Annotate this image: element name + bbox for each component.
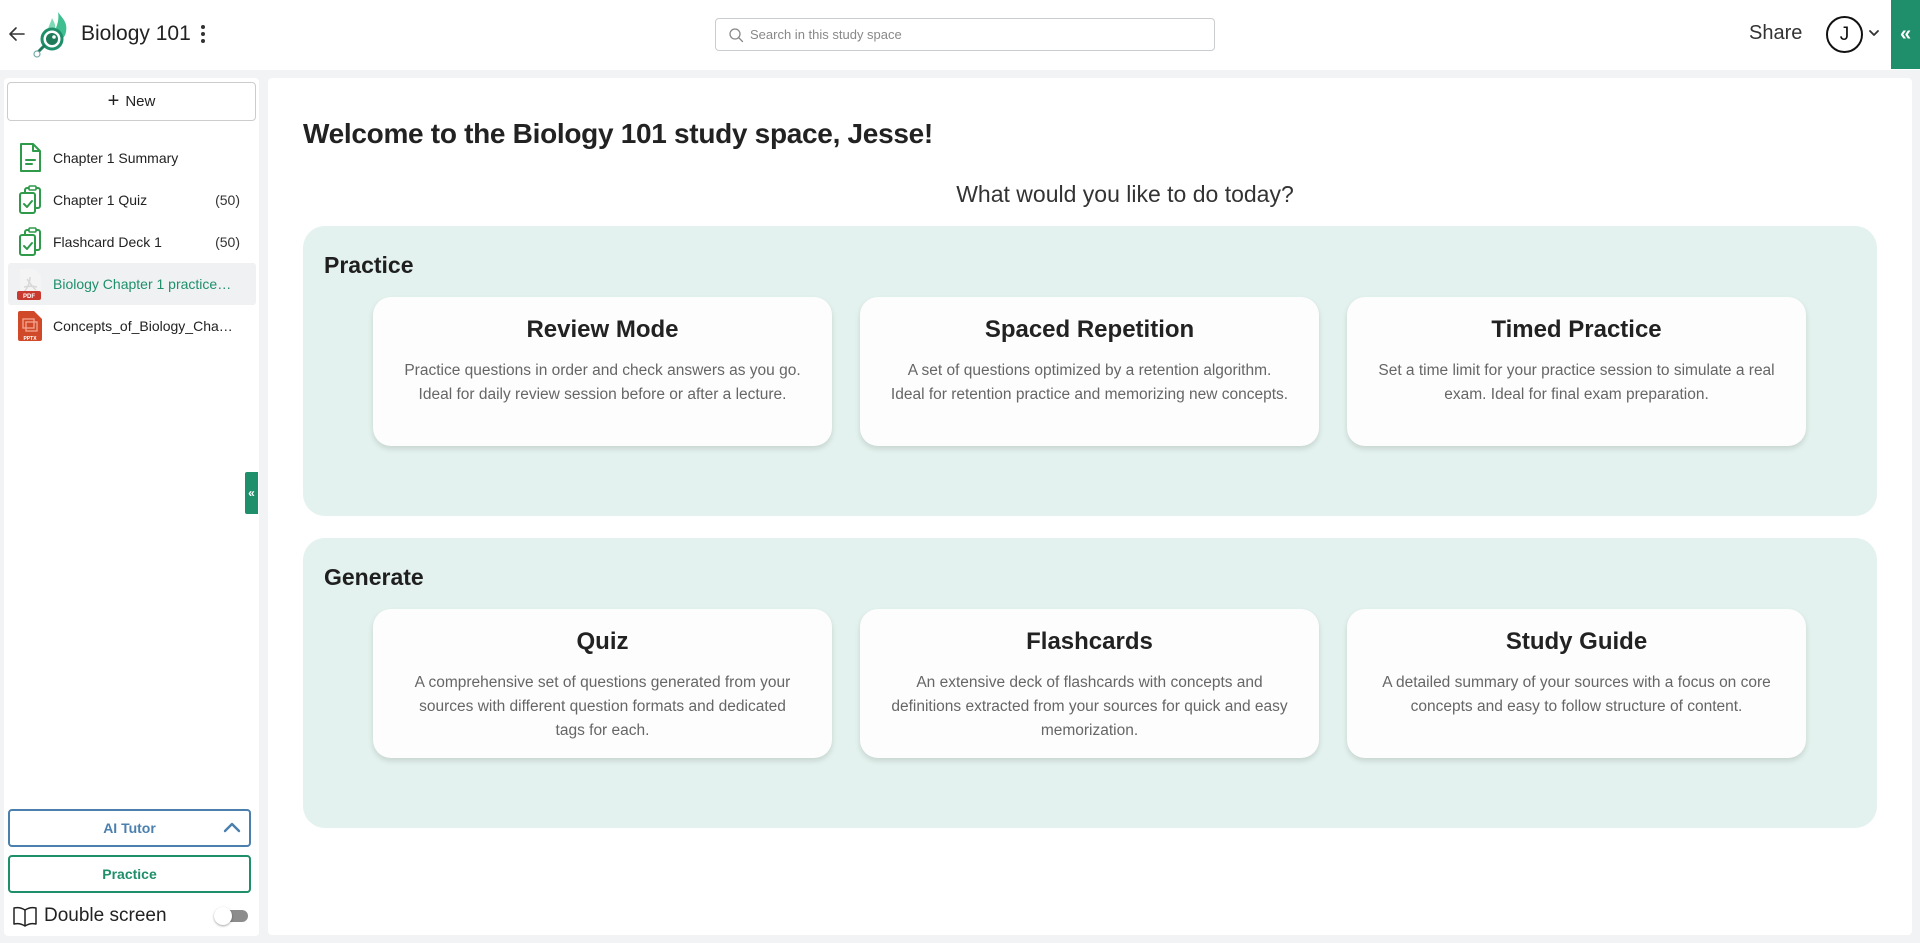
list-item[interactable]: Chapter 1 Summary xyxy=(8,137,256,179)
quiz-card[interactable]: Quiz A comprehensive set of questions ge… xyxy=(373,609,832,758)
more-options-button[interactable] xyxy=(196,24,210,46)
generate-section: Generate Quiz A comprehensive set of que… xyxy=(303,538,1877,828)
new-button[interactable]: + New xyxy=(7,82,256,121)
card-title: Spaced Repetition xyxy=(984,316,1195,343)
list-item[interactable]: Chapter 1 Quiz (50) xyxy=(8,179,256,221)
section-title: Practice xyxy=(324,252,414,278)
item-count: (50) xyxy=(215,192,240,208)
toggle-knob xyxy=(214,907,232,925)
prompt-question: What would you like to do today? xyxy=(956,181,1294,207)
card-description: Practice questions in order and check an… xyxy=(404,362,801,403)
top-header: Biology 101 Share J « xyxy=(0,0,1920,70)
search-icon xyxy=(729,28,744,43)
app-logo xyxy=(32,10,72,60)
plus-icon: + xyxy=(107,90,120,112)
flashcards-card[interactable]: Flashcards An extensive deck of flashcar… xyxy=(860,609,1319,758)
pdf-file-icon: PDF xyxy=(17,269,41,300)
card-description: A comprehensive set of questions generat… xyxy=(414,674,791,739)
search-input[interactable] xyxy=(750,19,1200,50)
review-mode-card[interactable]: Review Mode Practice questions in order … xyxy=(373,297,832,446)
practice-button[interactable]: Practice xyxy=(8,855,251,893)
collapse-right-panel-button[interactable]: « xyxy=(1891,0,1920,69)
collapse-sidebar-button[interactable]: « xyxy=(245,472,258,514)
svg-text:PPTX: PPTX xyxy=(23,336,37,342)
card-description: A detailed summary of your sources with … xyxy=(1382,674,1771,715)
sidebar: + New Chapter 1 Summary Chapter 1 Quiz (5… xyxy=(4,78,259,936)
file-name: Biology Chapter 1 practice t... xyxy=(53,276,234,292)
card-title: Review Mode xyxy=(526,316,679,343)
ai-tutor-button[interactable]: AI Tutor xyxy=(8,809,251,847)
card-description: Set a time limit for your practice sessi… xyxy=(1378,362,1775,403)
pptx-file-icon: PPTX xyxy=(18,311,42,342)
double-screen-row: Double screen xyxy=(12,902,252,930)
spaced-repetition-card[interactable]: Spaced Repetition A set of questions opt… xyxy=(860,297,1319,446)
document-icon xyxy=(20,143,41,172)
arrow-left-icon xyxy=(9,27,25,41)
double-screen-toggle[interactable] xyxy=(214,907,248,925)
section-title: Generate xyxy=(324,564,424,590)
list-item[interactable]: PPTX Concepts_of_Biology_Chap... xyxy=(8,305,256,347)
chevron-up-icon xyxy=(223,822,241,833)
file-list: Chapter 1 Summary Chapter 1 Quiz (50) Fl… xyxy=(8,137,256,347)
svg-text:PDF: PDF xyxy=(23,294,35,300)
eye-flame-logo-icon xyxy=(33,12,67,58)
file-name: Chapter 1 Quiz xyxy=(53,192,148,208)
main-content: Welcome to the Biology 101 study space, … xyxy=(268,78,1912,935)
chevron-down-icon[interactable] xyxy=(1868,27,1880,39)
ai-tutor-label: AI Tutor xyxy=(103,820,156,836)
card-title: Timed Practice xyxy=(1491,316,1662,343)
back-button[interactable] xyxy=(6,22,28,46)
clipboard-check-icon xyxy=(19,227,41,256)
list-item[interactable]: PDF Biology Chapter 1 practice t... xyxy=(8,263,256,305)
file-name: Flashcard Deck 1 xyxy=(53,234,162,250)
generate-cards: Quiz A comprehensive set of questions ge… xyxy=(373,609,1806,758)
list-item[interactable]: Flashcard Deck 1 (50) xyxy=(8,221,256,263)
card-title: Flashcards xyxy=(1026,628,1153,655)
search-bar xyxy=(715,18,1215,51)
share-button[interactable]: Share xyxy=(1749,22,1802,45)
item-count: (50) xyxy=(215,234,240,250)
file-name: Chapter 1 Summary xyxy=(53,150,179,166)
open-book-icon xyxy=(13,906,37,927)
new-button-label: New xyxy=(125,93,156,110)
card-description: A set of questions optimized by a retent… xyxy=(890,362,1289,403)
card-title: Quiz xyxy=(576,628,629,655)
file-name: Concepts_of_Biology_Chap... xyxy=(53,318,234,334)
app-title: Biology 101 xyxy=(81,22,191,45)
kebab-icon xyxy=(196,25,210,43)
practice-cards: Review Mode Practice questions in order … xyxy=(373,297,1806,446)
clipboard-check-icon xyxy=(19,185,41,214)
page-title: Welcome to the Biology 101 study space, … xyxy=(303,118,933,149)
practice-section: Practice Review Mode Practice questions … xyxy=(303,226,1877,516)
card-title: Study Guide xyxy=(1505,628,1648,655)
timed-practice-card[interactable]: Timed Practice Set a time limit for your… xyxy=(1347,297,1806,446)
user-avatar[interactable]: J xyxy=(1826,16,1863,53)
study-guide-card[interactable]: Study Guide A detailed summary of your s… xyxy=(1347,609,1806,758)
double-screen-label: Double screen xyxy=(44,905,167,926)
card-description: An extensive deck of flashcards with con… xyxy=(891,674,1288,739)
